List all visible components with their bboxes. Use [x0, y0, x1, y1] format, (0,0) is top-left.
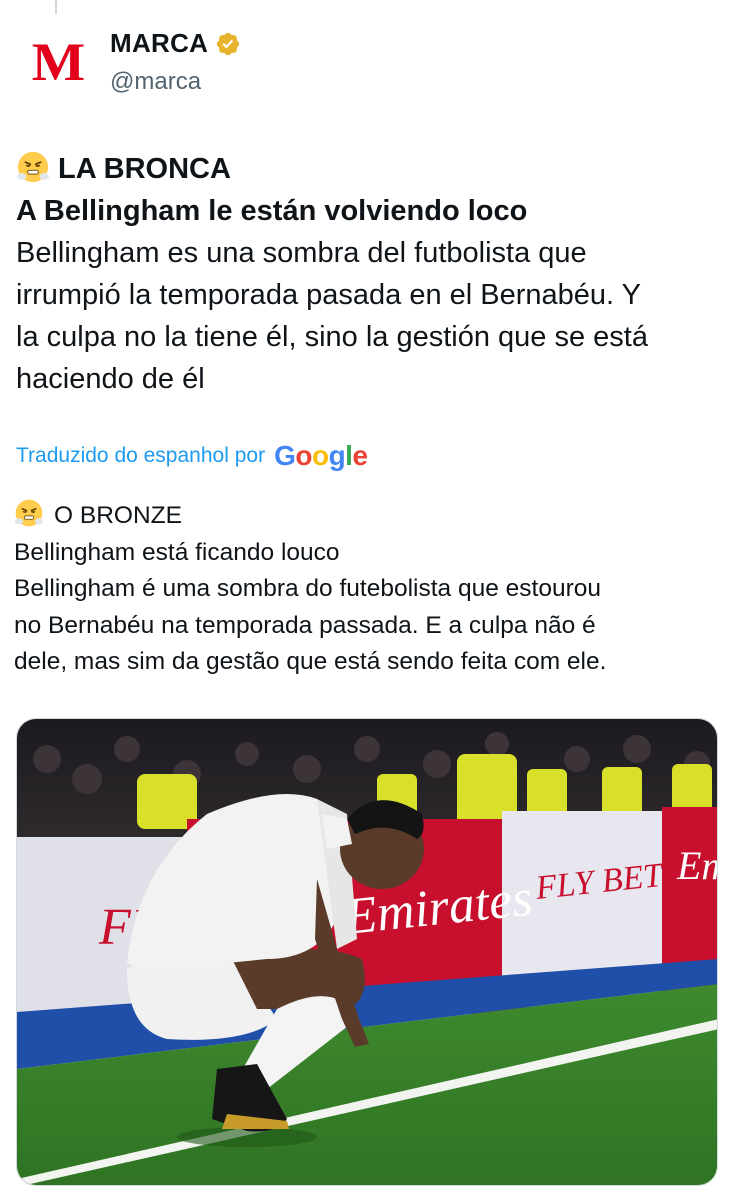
translated-kicker-text: O BRONZE [54, 502, 182, 529]
translation-label: Traduzido do espanhol por [16, 444, 266, 467]
author-handle[interactable]: @marca [110, 68, 201, 96]
verified-badge-icon [217, 32, 240, 55]
original-kicker-text: LA BRONCA [58, 153, 231, 185]
translated-headline: Bellingham está ficando louco [14, 538, 340, 566]
billboard-text: Em [676, 843, 718, 888]
face-with-steam-from-nose-icon [14, 499, 44, 527]
avatar[interactable]: M [18, 22, 98, 102]
football-player-photo: FLY Emirates FLY BETTER Em [17, 719, 718, 1185]
original-tweet-text: LA BRONCA A Bellingham le están volviend… [16, 148, 716, 400]
original-headline: A Bellingham le están volviendo loco [16, 195, 528, 227]
google-logo: Google [274, 440, 368, 471]
translated-kicker: O BRONZE [14, 498, 720, 535]
translated-body-line: Bellingham é uma sombra do futebolista q… [14, 575, 601, 602]
translated-tweet-text: O BRONZE Bellingham está ficando louco B… [14, 498, 720, 681]
original-kicker: LA BRONCA [16, 148, 716, 190]
translated-body-line: dele, mas sim da gestão que está sendo f… [14, 648, 607, 675]
thread-connector-line [55, 0, 57, 14]
author-name[interactable]: MARCA [110, 28, 208, 59]
tweet-header: M MARCA @marca [18, 22, 718, 106]
translated-body-line: no Bernabéu na temporada passada. E a cu… [14, 611, 596, 639]
author-name-row[interactable]: MARCA [110, 28, 241, 59]
face-with-steam-from-nose-icon [16, 151, 50, 183]
original-body-line: irrumpió la temporada pasada en el Berna… [16, 279, 641, 311]
original-body-line: la culpa no la tiene él, sino la gestión… [16, 321, 648, 353]
avatar-logo: M [31, 32, 85, 92]
tweet-media-photo[interactable]: FLY Emirates FLY BETTER Em [16, 718, 718, 1186]
translation-attribution-link[interactable]: Traduzido do espanhol por Google [16, 440, 368, 472]
original-body-line: Bellingham es una sombra del futbolista … [16, 237, 587, 269]
original-body-line: haciendo de él [16, 363, 205, 395]
